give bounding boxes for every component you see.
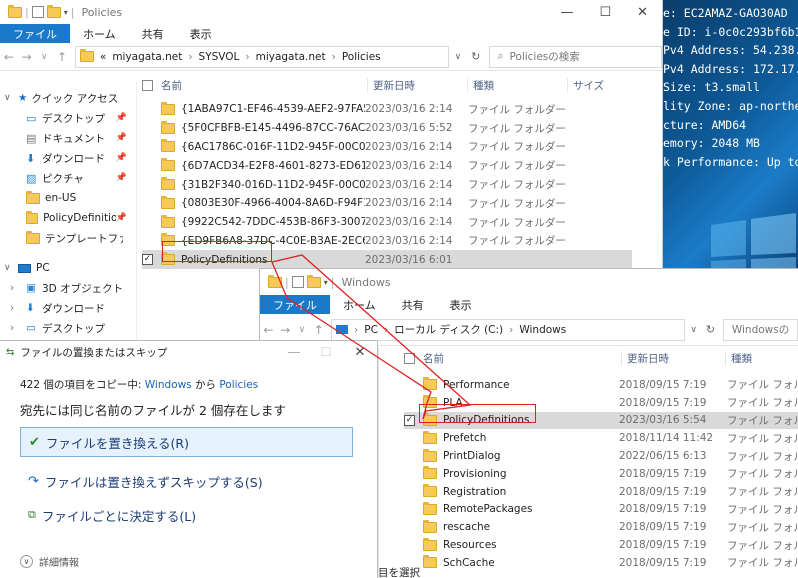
annotation-arrow xyxy=(271,254,472,420)
